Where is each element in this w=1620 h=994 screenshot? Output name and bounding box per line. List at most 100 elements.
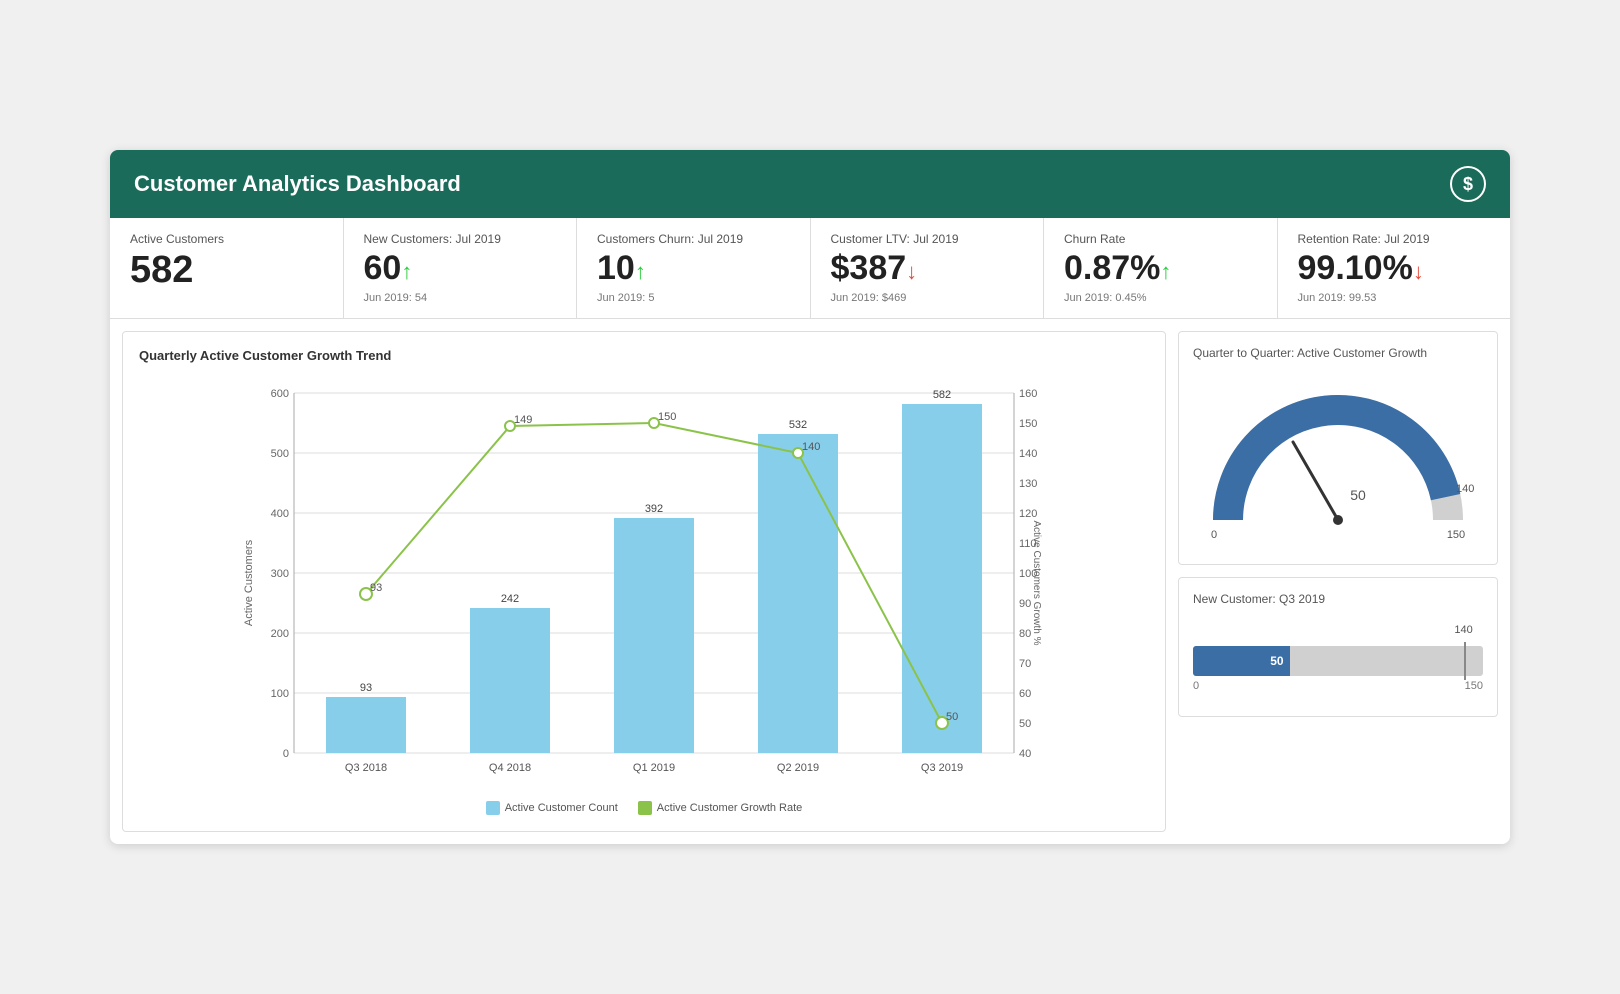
svg-text:160: 160 <box>1019 388 1037 400</box>
bar-q3-2019 <box>902 404 982 753</box>
svg-text:582: 582 <box>933 389 951 401</box>
svg-text:140: 140 <box>1019 448 1037 460</box>
svg-text:392: 392 <box>645 503 663 515</box>
svg-text:Q2 2019: Q2 2019 <box>777 762 819 774</box>
svg-text:130: 130 <box>1019 478 1037 490</box>
svg-text:Active Customers: Active Customers <box>243 539 255 626</box>
svg-text:Q4 2018: Q4 2018 <box>489 762 531 774</box>
kpi-sub-2: Jun 2019: 5 <box>597 292 790 304</box>
svg-text:93: 93 <box>370 582 382 594</box>
kpi-sub-5: Jun 2019: 99.53 <box>1298 292 1491 304</box>
kpi-churn-rate: Churn Rate 0.87%↑ Jun 2019: 0.45% <box>1044 218 1278 317</box>
gauge-center <box>1333 515 1343 525</box>
hbar-min-label: 0 <box>1193 680 1199 692</box>
svg-text:150: 150 <box>1447 529 1465 540</box>
legend-line: Active Customer Growth Rate <box>638 801 803 815</box>
gauge-svg: 0 150 140 50 <box>1198 380 1478 540</box>
legend-bar-color <box>486 801 500 815</box>
kpi-value-0: 582 <box>130 250 323 292</box>
kpi-label-3: Customer LTV: Jul 2019 <box>831 232 1024 246</box>
kpi-ltv: Customer LTV: Jul 2019 $387↓ Jun 2019: $… <box>811 218 1045 317</box>
bar-q1-2019 <box>614 518 694 753</box>
kpi-label-5: Retention Rate: Jul 2019 <box>1298 232 1491 246</box>
hbar-max-label: 150 <box>1465 680 1483 692</box>
svg-text:140: 140 <box>1456 483 1474 495</box>
gauge-title: Quarter to Quarter: Active Customer Grow… <box>1193 346 1483 360</box>
svg-text:Q1 2019: Q1 2019 <box>633 762 675 774</box>
hbar-panel: New Customer: Q3 2019 50 140 <box>1178 577 1498 717</box>
bar-q2-2019 <box>758 434 838 753</box>
legend-bar-label: Active Customer Count <box>505 802 618 814</box>
kpi-churn-customers: Customers Churn: Jul 2019 10↑ Jun 2019: … <box>577 218 811 317</box>
svg-text:532: 532 <box>789 419 807 431</box>
kpi-label-2: Customers Churn: Jul 2019 <box>597 232 790 246</box>
kpi-sub-4: Jun 2019: 0.45% <box>1064 292 1257 304</box>
svg-text:0: 0 <box>1211 529 1217 540</box>
gauge-container: 0 150 140 50 <box>1193 370 1483 550</box>
hbar-track: 50 140 <box>1193 646 1483 676</box>
svg-text:150: 150 <box>1019 418 1037 430</box>
hbar-axis-labels: 0 150 <box>1193 680 1483 692</box>
bar-chart-container: Active Customers Active Customers Growth… <box>139 373 1149 793</box>
svg-text:200: 200 <box>271 628 289 640</box>
kpi-value-2: 10↑ <box>597 250 790 287</box>
legend-bar: Active Customer Count <box>486 801 618 815</box>
svg-text:150: 150 <box>658 411 676 423</box>
svg-text:90: 90 <box>1019 598 1031 610</box>
kpi-value-5: 99.10%↓ <box>1298 250 1491 287</box>
arrow-down-3: ↓ <box>906 259 917 284</box>
svg-text:149: 149 <box>514 414 532 426</box>
svg-text:93: 93 <box>360 682 372 694</box>
arrow-down-5: ↓ <box>1413 259 1424 284</box>
right-panels: Quarter to Quarter: Active Customer Grow… <box>1178 331 1498 832</box>
arrow-up-4: ↑ <box>1160 259 1171 284</box>
bar-chart-title: Quarterly Active Customer Growth Trend <box>139 348 1149 363</box>
kpi-label-1: New Customers: Jul 2019 <box>364 232 557 246</box>
kpi-value-1: 60↑ <box>364 250 557 287</box>
kpi-label-4: Churn Rate <box>1064 232 1257 246</box>
svg-text:0: 0 <box>283 748 289 760</box>
hbar-container: 50 140 0 150 <box>1193 616 1483 702</box>
hbar-fill: 50 <box>1193 646 1290 676</box>
legend-line-color <box>638 801 652 815</box>
svg-text:60: 60 <box>1019 688 1031 700</box>
bar-q3-2018 <box>326 697 406 753</box>
svg-text:100: 100 <box>1019 568 1037 580</box>
svg-text:140: 140 <box>802 441 820 453</box>
svg-text:70: 70 <box>1019 658 1031 670</box>
dashboard: Customer Analytics Dashboard $ Active Cu… <box>110 150 1510 843</box>
svg-text:120: 120 <box>1019 508 1037 520</box>
arrow-up-1: ↑ <box>401 259 412 284</box>
kpi-sub-1: Jun 2019: 54 <box>364 292 557 304</box>
kpi-value-4: 0.87%↑ <box>1064 250 1257 287</box>
svg-text:40: 40 <box>1019 748 1031 760</box>
svg-text:100: 100 <box>271 688 289 700</box>
kpi-retention-rate: Retention Rate: Jul 2019 99.10%↓ Jun 201… <box>1278 218 1511 317</box>
gauge-panel: Quarter to Quarter: Active Customer Grow… <box>1178 331 1498 565</box>
bar-q4-2018 <box>470 608 550 753</box>
svg-text:300: 300 <box>271 568 289 580</box>
svg-text:80: 80 <box>1019 628 1031 640</box>
kpi-label-0: Active Customers <box>130 232 323 246</box>
gauge-needle <box>1293 442 1338 520</box>
svg-text:110: 110 <box>1019 538 1037 550</box>
dashboard-title: Customer Analytics Dashboard <box>134 171 461 197</box>
header: Customer Analytics Dashboard $ <box>110 150 1510 218</box>
hbar-fill-label: 50 <box>1270 654 1283 668</box>
bar-chart-svg: Active Customers Active Customers Growth… <box>139 373 1149 793</box>
header-icon: $ <box>1450 166 1486 202</box>
svg-text:400: 400 <box>271 508 289 520</box>
svg-text:600: 600 <box>271 388 289 400</box>
hbar-marker-label: 140 <box>1454 624 1472 636</box>
kpi-new-customers: New Customers: Jul 2019 60↑ Jun 2019: 54 <box>344 218 578 317</box>
svg-text:Q3 2018: Q3 2018 <box>345 762 387 774</box>
kpi-value-3: $387↓ <box>831 250 1024 287</box>
chart-legend: Active Customer Count Active Customer Gr… <box>139 801 1149 815</box>
kpi-active-customers: Active Customers 582 <box>110 218 344 317</box>
bar-chart-section: Quarterly Active Customer Growth Trend A… <box>122 331 1166 832</box>
svg-text:50: 50 <box>1350 487 1366 503</box>
svg-text:Q3 2019: Q3 2019 <box>921 762 963 774</box>
svg-text:500: 500 <box>271 448 289 460</box>
hbar-marker: 140 <box>1464 642 1466 680</box>
legend-line-label: Active Customer Growth Rate <box>657 802 803 814</box>
